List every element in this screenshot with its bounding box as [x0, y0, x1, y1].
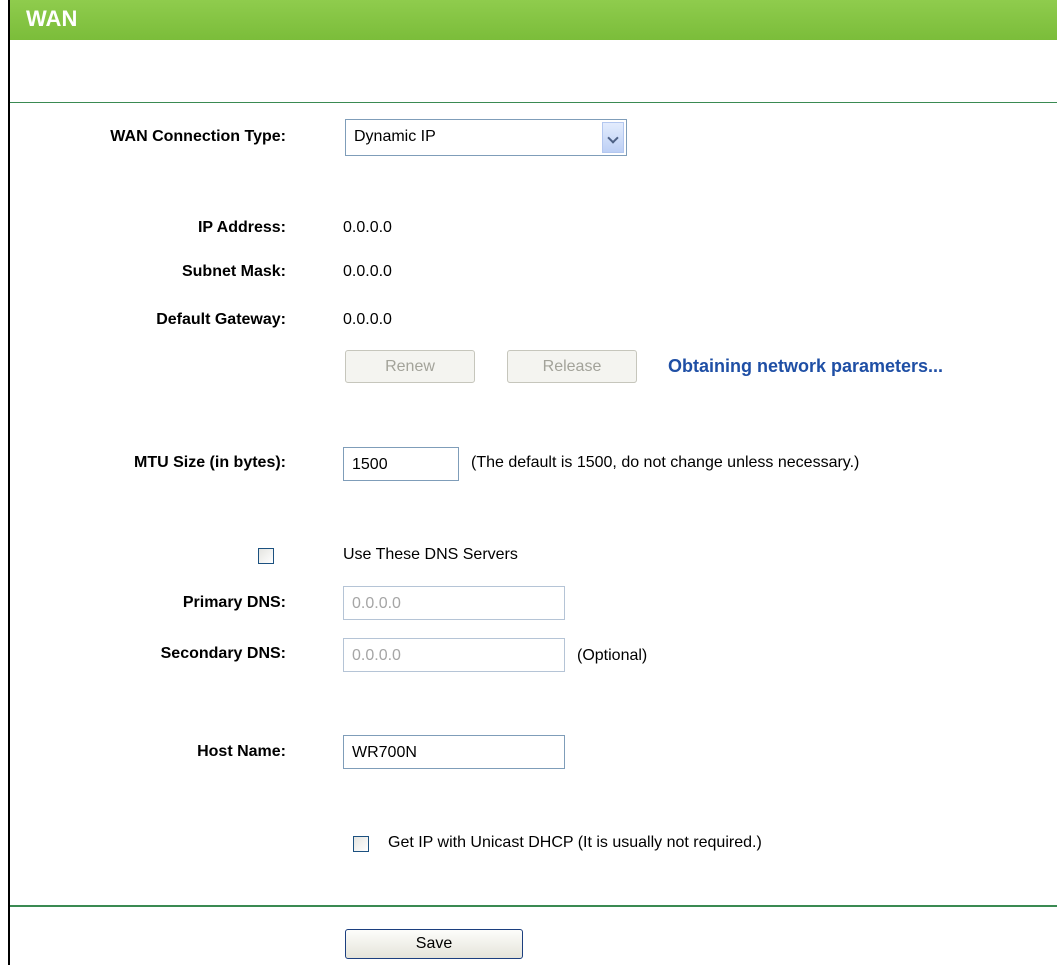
mtu-hint: (The default is 1500, do not change unle… [471, 454, 860, 471]
subnet-mask-label: Subnet Mask: [181, 263, 286, 280]
optional-label: (Optional) [577, 647, 648, 664]
bottom-divider [10, 905, 1057, 907]
chevron-down-icon[interactable] [602, 122, 624, 153]
page-header: WAN [10, 0, 1057, 40]
use-dns-label: Use These DNS Servers [343, 546, 518, 563]
secondary-dns-label: Secondary DNS: [160, 645, 286, 662]
default-gateway-value: 0.0.0.0 [343, 311, 392, 328]
use-dns-checkbox[interactable] [258, 548, 274, 564]
host-name-label: Host Name: [197, 743, 286, 760]
subnet-mask-value: 0.0.0.0 [343, 263, 392, 280]
page-title: WAN [26, 6, 78, 31]
connection-type-label: WAN Connection Type: [110, 128, 286, 145]
mtu-label: MTU Size (in bytes): [133, 454, 286, 471]
primary-dns-input[interactable]: 0.0.0.0 [343, 586, 565, 620]
unicast-dhcp-label: Get IP with Unicast DHCP (It is usually … [388, 834, 762, 851]
primary-dns-label: Primary DNS: [182, 594, 286, 611]
connection-type-value: Dynamic IP [354, 128, 436, 145]
default-gateway-label: Default Gateway: [156, 311, 286, 328]
status-message: Obtaining network parameters... [668, 356, 944, 376]
host-name-input[interactable]: WR700N [343, 735, 565, 769]
renew-button[interactable]: Renew [345, 350, 475, 383]
connection-type-select[interactable]: Dynamic IP [345, 119, 627, 156]
top-divider [10, 102, 1057, 103]
ip-address-value: 0.0.0.0 [343, 219, 392, 236]
save-button[interactable]: Save [345, 929, 523, 959]
unicast-dhcp-checkbox[interactable] [353, 836, 369, 852]
mtu-input[interactable]: 1500 [343, 447, 459, 481]
secondary-dns-input[interactable]: 0.0.0.0 [343, 638, 565, 672]
release-button[interactable]: Release [507, 350, 637, 383]
ip-address-label: IP Address: [197, 219, 286, 236]
